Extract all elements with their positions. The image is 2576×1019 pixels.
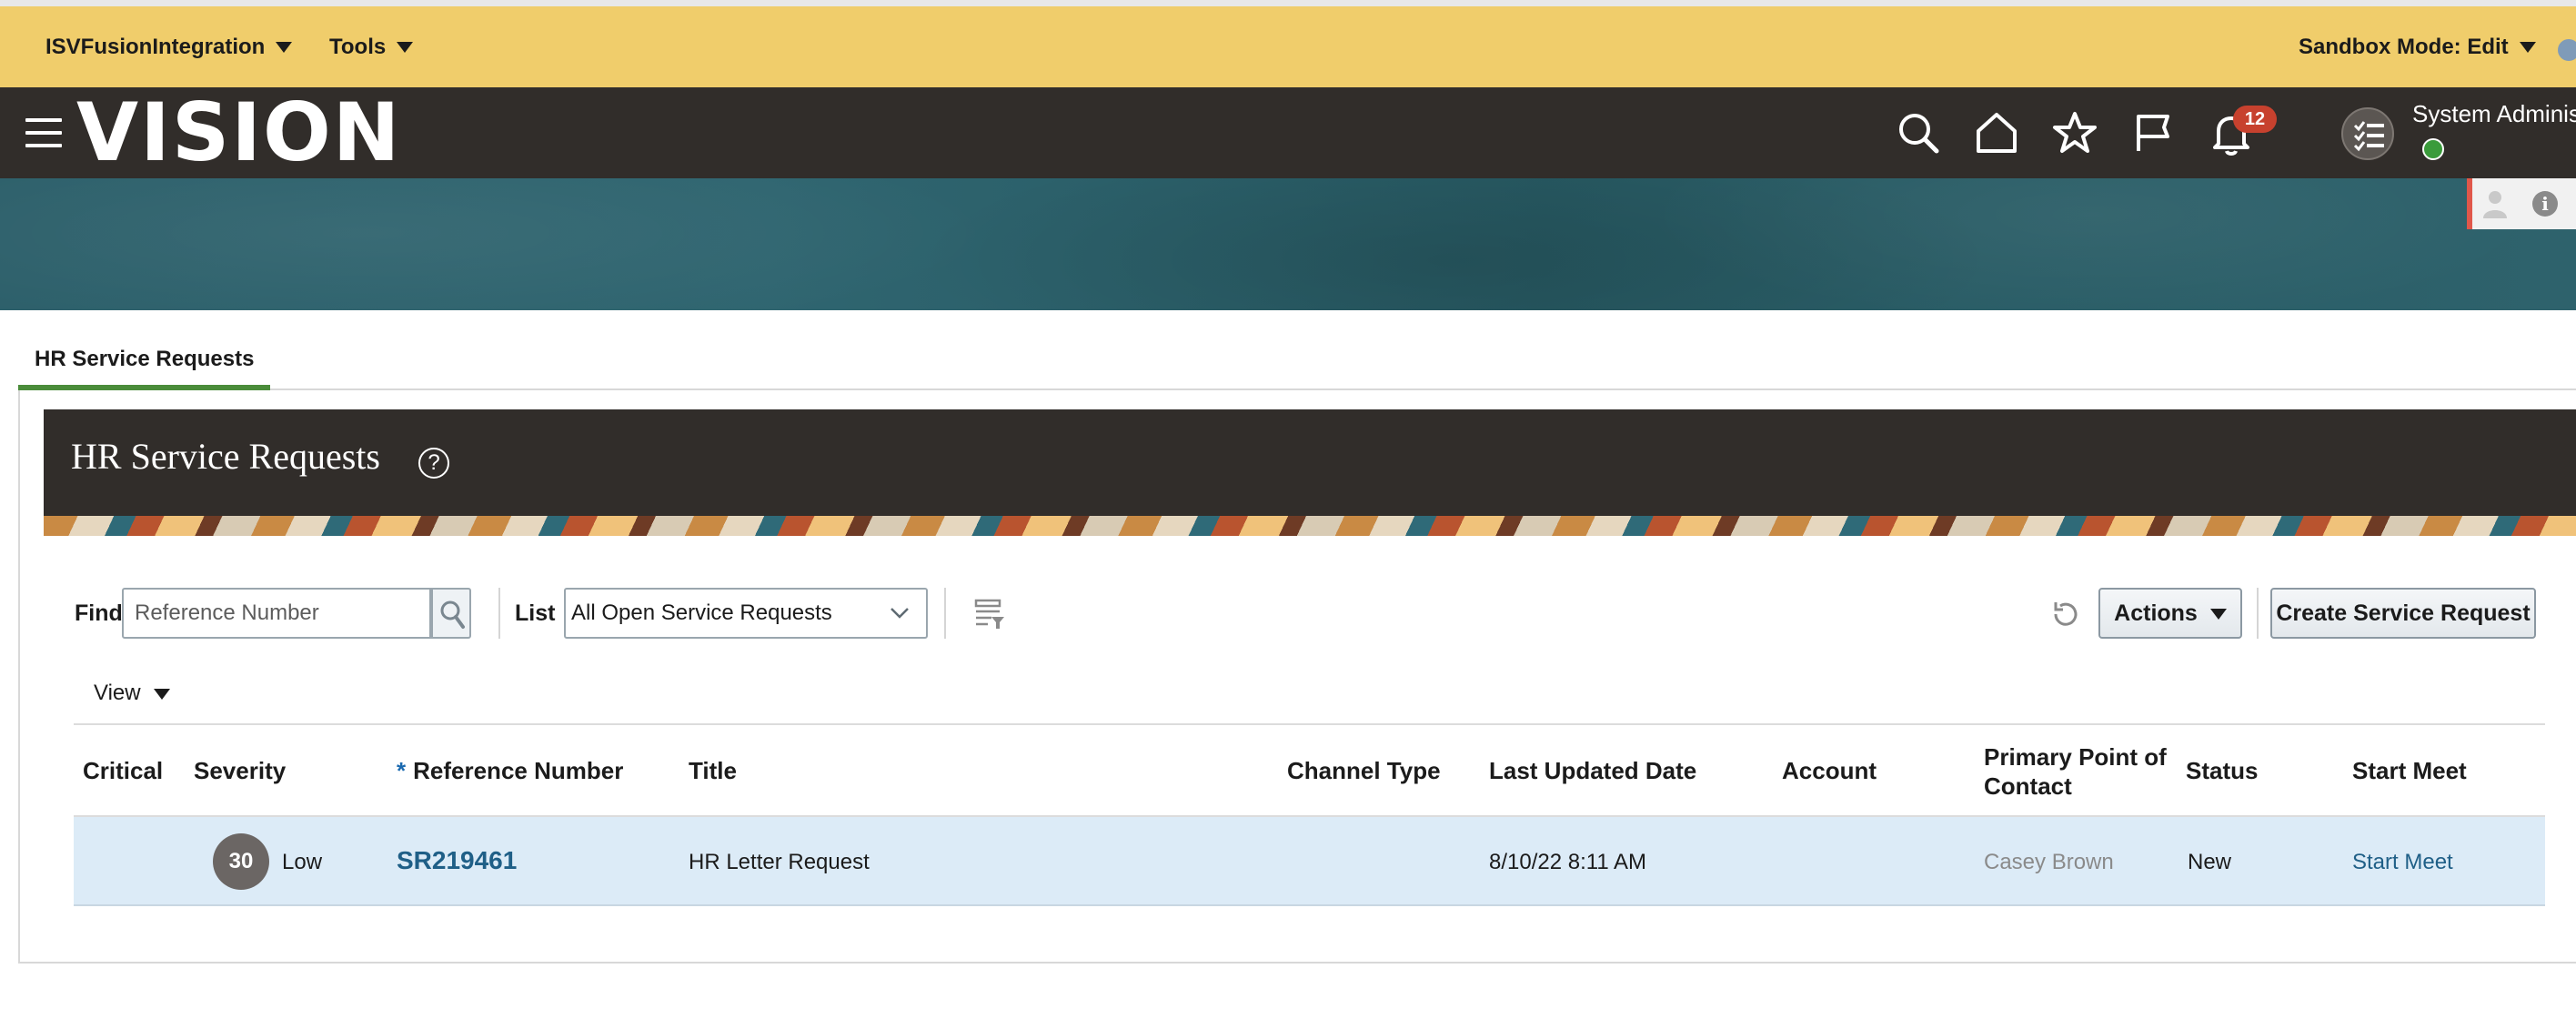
page-title: HR Service Requests xyxy=(71,436,380,477)
column-header-primary-contact[interactable]: Primary Point of Contact xyxy=(1984,742,2184,801)
caret-down-icon xyxy=(276,41,293,53)
banner-image xyxy=(0,178,2576,310)
home-icon[interactable] xyxy=(1971,107,2022,158)
column-header-reference-number[interactable]: * Reference Number xyxy=(397,757,623,785)
severity-label: Low xyxy=(282,850,323,874)
column-header-title[interactable]: Title xyxy=(689,757,737,785)
sandbox-edge-icon[interactable] xyxy=(2558,39,2576,61)
toolbar-separator xyxy=(944,588,946,639)
view-menu[interactable]: View xyxy=(94,681,170,706)
column-header-status[interactable]: Status xyxy=(2186,757,2258,785)
sandbox-bar: ISVFusionIntegration Tools Sandbox Mode:… xyxy=(0,6,2576,87)
find-label: Find xyxy=(75,600,123,626)
column-header-start-meet[interactable]: Start Meet xyxy=(2352,757,2467,785)
global-header: VISION xyxy=(0,87,2576,178)
search-icon[interactable] xyxy=(1893,107,1944,158)
actions-button-label: Actions xyxy=(2114,600,2198,626)
info-icon[interactable]: i xyxy=(2532,191,2558,217)
notification-count-badge[interactable]: 12 xyxy=(2233,106,2277,133)
page-tab-bar: HR Service Requests xyxy=(18,310,2576,390)
last-updated-date-cell: 8/10/22 8:11 AM xyxy=(1489,850,1647,874)
sandbox-app-menu-label: ISVFusionIntegration xyxy=(45,34,266,59)
column-header-channel-type[interactable]: Channel Type xyxy=(1287,757,1441,785)
caret-down-icon xyxy=(2519,41,2536,53)
caret-down-icon xyxy=(2209,609,2227,620)
page-header-decoration xyxy=(44,516,2576,536)
list-select-value: All Open Service Requests xyxy=(571,600,832,625)
caret-down-icon xyxy=(153,688,170,700)
flag-icon[interactable] xyxy=(2128,107,2179,158)
caret-down-icon xyxy=(397,41,414,53)
tab-hr-service-requests[interactable]: HR Service Requests xyxy=(18,310,270,390)
presence-status-icon xyxy=(2422,138,2444,160)
star-icon[interactable] xyxy=(2049,107,2100,158)
task-list-icon[interactable] xyxy=(2341,107,2394,160)
required-marker: * xyxy=(397,757,407,784)
column-header-account[interactable]: Account xyxy=(1782,757,1877,785)
tools-menu[interactable]: Tools xyxy=(329,6,414,87)
title-cell: HR Letter Request xyxy=(689,850,870,874)
sandbox-mode-menu[interactable]: Sandbox Mode: Edit xyxy=(2299,6,2536,87)
column-header-reference-number-label: Reference Number xyxy=(413,757,624,784)
table-top-border xyxy=(74,723,2545,725)
sandbox-mode-label: Sandbox Mode: Edit xyxy=(2299,34,2509,59)
list-label: List xyxy=(515,600,556,626)
status-cell: New xyxy=(2188,850,2232,874)
severity-score-badge: 30 xyxy=(213,833,269,890)
primary-contact-cell: Casey Brown xyxy=(1984,850,2114,874)
toolbar-separator xyxy=(2257,588,2259,639)
logo[interactable]: VISION xyxy=(76,90,401,176)
create-service-request-button[interactable]: Create Service Request xyxy=(2270,588,2536,639)
column-header-last-updated-date[interactable]: Last Updated Date xyxy=(1489,757,1696,785)
reference-number-link[interactable]: SR219461 xyxy=(397,846,517,875)
hamburger-icon[interactable] xyxy=(25,118,62,147)
start-meet-link[interactable]: Start Meet xyxy=(2352,850,2453,875)
column-header-critical[interactable]: Critical xyxy=(83,757,163,785)
chevron-down-icon[interactable] xyxy=(888,600,911,624)
tools-menu-label: Tools xyxy=(329,34,387,59)
actions-menu-button[interactable]: Actions xyxy=(2098,588,2242,639)
view-menu-label: View xyxy=(94,681,141,705)
sandbox-app-menu[interactable]: ISVFusionIntegration xyxy=(45,6,293,87)
person-icon[interactable] xyxy=(2481,189,2509,218)
filter-icon[interactable] xyxy=(973,597,1006,631)
list-select[interactable]: All Open Service Requests xyxy=(564,588,928,639)
column-header-severity[interactable]: Severity xyxy=(194,757,286,785)
toolbar-separator xyxy=(498,588,500,639)
help-icon[interactable]: ? xyxy=(418,448,449,479)
user-name[interactable]: System Administ xyxy=(2412,100,2576,128)
window-top-strip xyxy=(0,0,2576,6)
refresh-icon[interactable] xyxy=(2048,597,2083,631)
find-search-button[interactable] xyxy=(431,588,471,639)
find-input[interactable] xyxy=(122,588,431,639)
